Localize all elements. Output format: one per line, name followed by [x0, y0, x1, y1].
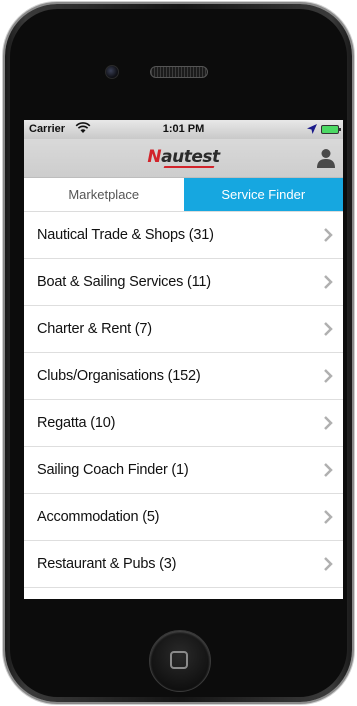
user-profile-icon[interactable]	[315, 147, 337, 169]
list-item[interactable]: Nautical Trade & Shops (31)	[24, 212, 343, 259]
speaker-grille	[150, 66, 208, 78]
list-item[interactable]: Charter & Rent (7)	[24, 306, 343, 353]
list-item-label: Clubs/Organisations (152)	[37, 368, 201, 384]
segmented-tabs: Marketplace Service Finder	[24, 178, 343, 212]
list-item-label: Boat & Sailing Services (11)	[37, 274, 211, 290]
category-list: Nautical Trade & Shops (31) Boat & Saili…	[24, 212, 343, 588]
list-item[interactable]: Accommodation (5)	[24, 494, 343, 541]
home-square-icon	[170, 651, 188, 669]
list-item-label: Accommodation (5)	[37, 509, 160, 525]
list-item[interactable]: Regatta (10)	[24, 400, 343, 447]
status-bar: Carrier 1:01 PM	[24, 120, 343, 139]
chevron-right-icon	[324, 369, 333, 383]
list-item-label: Nautical Trade & Shops (31)	[37, 227, 214, 243]
list-item[interactable]: Boat & Sailing Services (11)	[24, 259, 343, 306]
list-item-label: Regatta (10)	[37, 415, 116, 431]
app-screen: Carrier 1:01 PM Nautest Marketplace Serv…	[24, 120, 343, 599]
list-item[interactable]: Restaurant & Pubs (3)	[24, 541, 343, 588]
chevron-right-icon	[324, 322, 333, 336]
list-item[interactable]: Clubs/Organisations (152)	[24, 353, 343, 400]
list-item[interactable]: Sailing Coach Finder (1)	[24, 447, 343, 494]
clock-label: 1:01 PM	[162, 123, 205, 135]
chevron-right-icon	[324, 510, 333, 524]
location-arrow-icon	[307, 124, 317, 134]
chevron-right-icon	[324, 275, 333, 289]
nav-bar: Nautest	[24, 139, 343, 178]
tab-service-finder[interactable]: Service Finder	[183, 178, 343, 211]
logo-swoosh	[163, 166, 215, 168]
list-item-label: Charter & Rent (7)	[37, 321, 152, 337]
home-button[interactable]	[149, 630, 211, 692]
app-logo: Nautest	[147, 147, 220, 167]
list-item-label: Sailing Coach Finder (1)	[37, 462, 189, 478]
chevron-right-icon	[324, 557, 333, 571]
list-item-label: Restaurant & Pubs (3)	[37, 556, 177, 572]
tab-marketplace[interactable]: Marketplace	[24, 178, 184, 211]
chevron-right-icon	[324, 228, 333, 242]
battery-icon	[321, 125, 341, 134]
chevron-right-icon	[324, 463, 333, 477]
camera-icon	[105, 65, 119, 79]
chevron-right-icon	[324, 416, 333, 430]
